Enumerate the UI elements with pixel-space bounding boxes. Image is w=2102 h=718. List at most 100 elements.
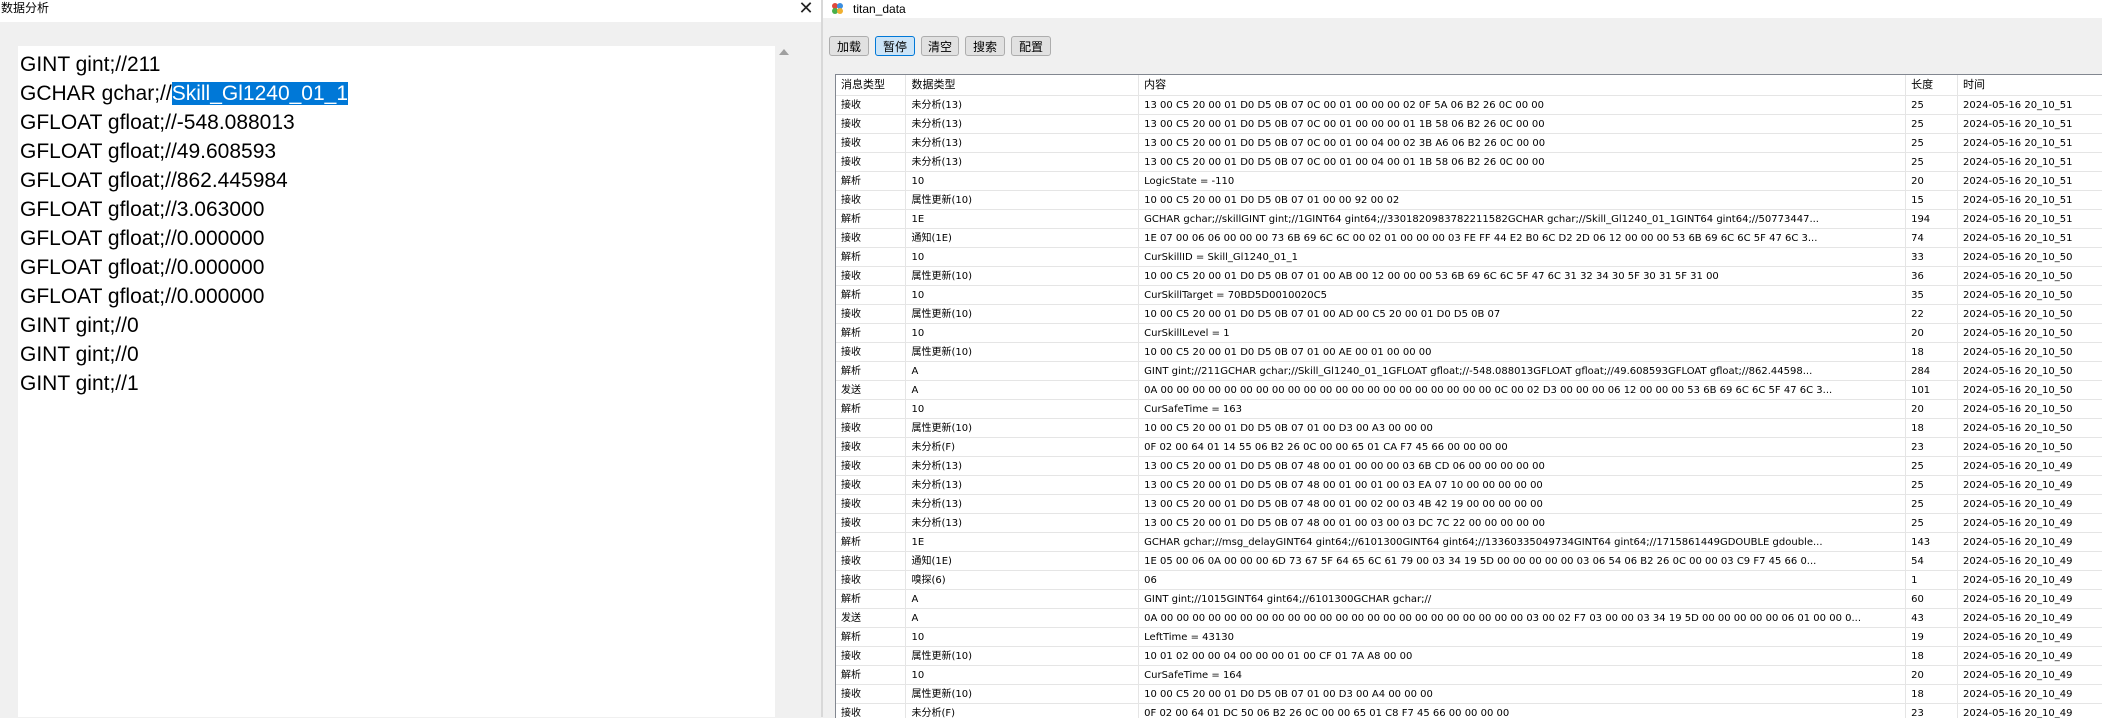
cell-time: 2024-05-16 20_10_49 (1958, 552, 2102, 571)
vertical-scrollbar[interactable] (775, 46, 794, 717)
table-row[interactable]: 接收未分析(13)13 00 C5 20 00 01 D0 D5 0B 07 4… (836, 476, 2102, 495)
table-row[interactable]: 解析10CurSkillLevel = 1202024-05-16 20_10_… (836, 324, 2102, 343)
cell-time: 2024-05-16 20_10_49 (1958, 571, 2102, 590)
table-row[interactable]: 接收未分析(13)13 00 C5 20 00 01 D0 D5 0B 07 4… (836, 457, 2102, 476)
cell-length: 23 (1906, 704, 1958, 718)
table-row[interactable]: 接收未分析(13)13 00 C5 20 00 01 D0 D5 0B 07 0… (836, 153, 2102, 172)
cell-length: 35 (1906, 286, 1958, 305)
table-row[interactable]: 接收属性更新(10)10 00 C5 20 00 01 D0 D5 0B 07 … (836, 685, 2102, 704)
analysis-text-area[interactable]: GINT gint;//211GCHAR gchar;//Skill_Gl124… (18, 46, 794, 717)
cell-msg-type: 接收 (836, 704, 906, 718)
cell-length: 36 (1906, 267, 1958, 286)
analysis-line: GINT gint;//1 (20, 369, 348, 398)
table-row[interactable]: 接收属性更新(10)10 01 02 00 00 04 00 00 00 01 … (836, 647, 2102, 666)
table-row[interactable]: 解析AGINT gint;//211GCHAR gchar;//Skill_Gl… (836, 362, 2102, 381)
table-row[interactable]: 解析1EGCHAR gchar;//skillGINT gint;//1GINT… (836, 210, 2102, 229)
cell-time: 2024-05-16 20_10_50 (1958, 381, 2102, 400)
table-row[interactable]: 解析10LeftTime = 43130192024-05-16 20_10_4… (836, 628, 2102, 647)
table-row[interactable]: 解析10CurSafeTime = 164202024-05-16 20_10_… (836, 666, 2102, 685)
table-row[interactable]: 接收未分析(13)13 00 C5 20 00 01 D0 D5 0B 07 0… (836, 96, 2102, 115)
table-header-row: 消息类型 数据类型 内容 长度 时间 (836, 75, 2102, 96)
table-row[interactable]: 解析10LogicState = -110202024-05-16 20_10_… (836, 172, 2102, 191)
table-row[interactable]: 接收属性更新(10)10 00 C5 20 00 01 D0 D5 0B 07 … (836, 419, 2102, 438)
cell-msg-type: 接收 (836, 438, 906, 457)
search-button[interactable]: 搜索 (965, 36, 1005, 56)
cell-msg-type: 解析 (836, 172, 906, 191)
cell-msg-type: 接收 (836, 96, 906, 115)
cell-length: 54 (1906, 552, 1958, 571)
table-row[interactable]: 发送A0A 00 00 00 00 00 00 00 00 00 00 00 0… (836, 609, 2102, 628)
cell-data-type: 10 (906, 172, 1139, 191)
cell-length: 143 (1906, 533, 1958, 552)
column-header-data-type[interactable]: 数据类型 (906, 75, 1139, 96)
table-row[interactable]: 解析1EGCHAR gchar;//msg_delayGINT64 gint64… (836, 533, 2102, 552)
cell-msg-type: 接收 (836, 514, 906, 533)
selected-text[interactable]: Skill_Gl1240_01_1 (172, 82, 348, 105)
cell-content: CurSafeTime = 163 (1139, 400, 1906, 419)
cell-length: 18 (1906, 647, 1958, 666)
pause-button[interactable]: 暂停 (875, 36, 915, 56)
cell-length: 60 (1906, 590, 1958, 609)
cell-data-type: 10 (906, 628, 1139, 647)
cell-content: 06 (1139, 571, 1906, 590)
cell-data-type: 未分析(13) (906, 457, 1139, 476)
table-row[interactable]: 接收未分析(F)0F 02 00 64 01 14 55 06 B2 26 0C… (836, 438, 2102, 457)
cell-data-type: 未分析(13) (906, 96, 1139, 115)
cell-msg-type: 接收 (836, 457, 906, 476)
cell-time: 2024-05-16 20_10_51 (1958, 115, 2102, 134)
cell-time: 2024-05-16 20_10_51 (1958, 134, 2102, 153)
cell-time: 2024-05-16 20_10_49 (1958, 590, 2102, 609)
cell-length: 25 (1906, 115, 1958, 134)
table-row[interactable]: 接收未分析(13)13 00 C5 20 00 01 D0 D5 0B 07 0… (836, 115, 2102, 134)
table-row[interactable]: 接收属性更新(10)10 00 C5 20 00 01 D0 D5 0B 07 … (836, 305, 2102, 324)
cell-msg-type: 解析 (836, 533, 906, 552)
cell-msg-type: 解析 (836, 248, 906, 267)
cell-content: CurSkillTarget = 70BD5D0010020C5 (1139, 286, 1906, 305)
table-row[interactable]: 接收未分析(F)0F 02 00 64 01 DC 50 06 B2 26 0C… (836, 704, 2102, 718)
cell-length: 1 (1906, 571, 1958, 590)
table-row[interactable]: 解析10CurSafeTime = 163202024-05-16 20_10_… (836, 400, 2102, 419)
table-row[interactable]: 解析10CurSkillID = Skill_Gl1240_01_1332024… (836, 248, 2102, 267)
load-button[interactable]: 加载 (829, 36, 869, 56)
config-button[interactable]: 配置 (1011, 36, 1051, 56)
message-grid[interactable]: 消息类型 数据类型 内容 长度 时间 接收未分析(13)13 00 C5 20 … (835, 74, 2102, 718)
table-row[interactable]: 接收通知(1E)1E 07 00 06 06 00 00 00 73 6B 69… (836, 229, 2102, 248)
cell-time: 2024-05-16 20_10_51 (1958, 172, 2102, 191)
clear-button[interactable]: 清空 (921, 36, 959, 56)
table-row[interactable]: 接收通知(1E)1E 05 00 06 0A 00 00 00 6D 73 67… (836, 552, 2102, 571)
cell-data-type: 未分析(13) (906, 495, 1139, 514)
column-header-time[interactable]: 时间 (1958, 75, 2102, 96)
table-row[interactable]: 接收属性更新(10)10 00 C5 20 00 01 D0 D5 0B 07 … (836, 267, 2102, 286)
table-row[interactable]: 接收属性更新(10)10 00 C5 20 00 01 D0 D5 0B 07 … (836, 191, 2102, 210)
table-row[interactable]: 解析10CurSkillTarget = 70BD5D0010020C53520… (836, 286, 2102, 305)
cell-time: 2024-05-16 20_10_50 (1958, 438, 2102, 457)
cell-time: 2024-05-16 20_10_49 (1958, 704, 2102, 718)
cell-time: 2024-05-16 20_10_49 (1958, 666, 2102, 685)
cell-content: 13 00 C5 20 00 01 D0 D5 0B 07 0C 00 01 0… (1139, 153, 1906, 172)
table-row[interactable]: 接收未分析(13)13 00 C5 20 00 01 D0 D5 0B 07 0… (836, 134, 2102, 153)
cell-msg-type: 接收 (836, 552, 906, 571)
cell-data-type: 属性更新(10) (906, 267, 1139, 286)
cell-length: 74 (1906, 229, 1958, 248)
table-row[interactable]: 接收未分析(13)13 00 C5 20 00 01 D0 D5 0B 07 4… (836, 514, 2102, 533)
table-row[interactable]: 发送A0A 00 00 00 00 00 00 00 00 00 00 00 0… (836, 381, 2102, 400)
cell-msg-type: 解析 (836, 590, 906, 609)
analysis-line-text: GFLOAT gfloat;//0.000000 (20, 256, 264, 279)
column-header-content[interactable]: 内容 (1139, 75, 1906, 96)
table-row[interactable]: 接收属性更新(10)10 00 C5 20 00 01 D0 D5 0B 07 … (836, 343, 2102, 362)
table-row[interactable]: 接收嗅探(6)0612024-05-16 20_10_49 (836, 571, 2102, 590)
table-row[interactable]: 解析AGINT gint;//1015GINT64 gint64;//61013… (836, 590, 2102, 609)
column-header-length[interactable]: 长度 (1906, 75, 1958, 96)
cell-data-type: 属性更新(10) (906, 343, 1139, 362)
close-icon[interactable]: ✕ (796, 0, 816, 16)
cell-length: 284 (1906, 362, 1958, 381)
cell-data-type: 属性更新(10) (906, 419, 1139, 438)
cell-msg-type: 接收 (836, 134, 906, 153)
app-gem-icon (831, 2, 844, 15)
column-header-msg-type[interactable]: 消息类型 (836, 75, 906, 96)
table-row[interactable]: 接收未分析(13)13 00 C5 20 00 01 D0 D5 0B 07 4… (836, 495, 2102, 514)
cell-msg-type: 发送 (836, 609, 906, 628)
cell-content: LeftTime = 43130 (1139, 628, 1906, 647)
scroll-up-icon[interactable] (779, 49, 789, 55)
cell-time: 2024-05-16 20_10_51 (1958, 96, 2102, 115)
